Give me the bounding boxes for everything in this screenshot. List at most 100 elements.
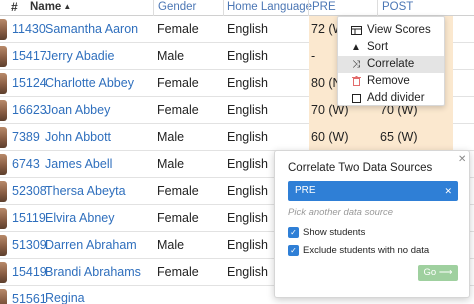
exclude-no-data-checkbox[interactable]: ✓ Exclude students with no data — [288, 245, 468, 259]
show-students-checkbox[interactable]: ✓ Show students — [288, 227, 468, 241]
panel-title: Correlate Two Data Sources — [288, 162, 433, 174]
go-button[interactable]: Go ⟶ — [418, 265, 458, 281]
avatar — [0, 262, 7, 283]
avatar — [0, 127, 7, 148]
language-cell: English — [227, 103, 268, 117]
header-name-label: Name — [30, 1, 62, 13]
student-name-link[interactable]: Jerry Abadie — [45, 43, 114, 70]
selected-source-chip[interactable]: PRE ✕ — [288, 181, 458, 201]
student-name-link[interactable]: Joan Abbey — [45, 97, 110, 124]
column-divider — [377, 0, 378, 16]
menu-item-label: View Scores — [367, 24, 431, 36]
student-name-link[interactable]: Samantha Aaron — [45, 16, 138, 43]
gender-cell: Female — [157, 22, 199, 36]
checkbox-checked-icon: ✓ — [288, 227, 299, 238]
language-cell: English — [227, 184, 268, 198]
language-cell: English — [227, 157, 268, 171]
student-name-link[interactable]: Charlotte Abbey — [45, 70, 134, 97]
caret-up-icon: ▲ — [63, 2, 72, 11]
menu-item-remove[interactable]: Remove — [338, 73, 444, 90]
student-id-link[interactable]: 11430 — [12, 16, 46, 43]
table-header: # Name ▲ Gender Home Language PRE POST — [0, 0, 474, 16]
avatar — [0, 181, 7, 202]
student-name-link[interactable]: John Abbott — [45, 124, 111, 151]
language-cell: English — [227, 130, 268, 144]
header-name[interactable]: Name ▲ — [30, 0, 71, 16]
close-icon[interactable]: ✕ — [458, 154, 466, 165]
student-id-link[interactable]: 15417 — [12, 43, 47, 70]
student-id-link[interactable]: 15119 — [12, 205, 46, 232]
arrow-right-icon: ⟶ — [438, 267, 453, 278]
menu-item-sort[interactable]: ▲ Sort — [338, 39, 444, 56]
language-cell: English — [227, 22, 268, 36]
trash-icon — [350, 73, 362, 90]
menu-item-label: Sort — [367, 41, 389, 53]
student-name-link[interactable]: James Abell — [45, 151, 112, 178]
gender-cell: Female — [157, 76, 199, 90]
avatar — [0, 154, 7, 175]
avatar — [0, 208, 7, 229]
language-cell: English — [227, 49, 268, 63]
menu-item-correlate[interactable]: ⤨ Correlate — [338, 56, 444, 73]
student-name-link[interactable]: Darren Abraham — [45, 232, 137, 259]
shuffle-icon: ⤨ — [352, 59, 360, 70]
language-cell: English — [227, 265, 268, 279]
gender-cell: Male — [157, 49, 185, 63]
checkbox-checked-icon: ✓ — [288, 245, 299, 256]
avatar — [0, 46, 7, 67]
square-icon — [350, 90, 362, 107]
student-id-link[interactable]: 15419 — [12, 259, 47, 286]
gender-cell: Female — [157, 184, 199, 198]
post-score-cell: 65 (W) — [378, 124, 453, 151]
avatar — [0, 100, 7, 121]
student-id-link[interactable]: 51309 — [12, 232, 47, 259]
header-hash: # — [11, 0, 18, 14]
language-cell: English — [227, 238, 268, 252]
column-context-menu: View Scores ▲ Sort ⤨ Correlate Remove Ad… — [337, 16, 445, 106]
gender-cell: Female — [157, 211, 199, 225]
student-name-link[interactable]: Brandi Abrahams — [45, 259, 141, 286]
correlate-panel: Correlate Two Data Sources ✕ PRE ✕ Pick … — [274, 150, 470, 298]
avatar — [0, 289, 7, 304]
data-source-picker[interactable]: Pick another data source — [288, 207, 393, 218]
pre-score-cell: 60 (W) — [309, 124, 378, 151]
columns-icon — [350, 22, 362, 39]
student-id-link[interactable]: 16623 — [12, 97, 47, 124]
exclude-no-data-label: Exclude students with no data — [303, 245, 430, 256]
avatar — [0, 235, 7, 256]
table-row[interactable]: 7389 John Abbott Male English 60 (W) 65 (W) — [0, 124, 474, 151]
student-id-link[interactable]: 15124 — [12, 70, 47, 97]
header-language[interactable]: Home Language — [227, 0, 312, 16]
menu-item-view-scores[interactable]: View Scores — [338, 22, 444, 39]
gender-cell: Male — [157, 157, 185, 171]
menu-item-label: Add divider — [367, 92, 425, 104]
column-divider — [308, 0, 309, 16]
header-gender[interactable]: Gender — [158, 0, 196, 16]
student-id-link[interactable]: 52308 — [12, 178, 47, 205]
avatar — [0, 73, 7, 94]
sort-up-icon: ▲ — [351, 42, 361, 53]
column-divider — [223, 0, 224, 16]
menu-item-label: Remove — [367, 75, 410, 87]
student-id-link[interactable]: 6743 — [12, 151, 40, 178]
column-divider — [153, 0, 154, 16]
student-id-link[interactable]: 7389 — [12, 124, 40, 151]
language-cell: English — [227, 211, 268, 225]
go-label: Go — [423, 267, 437, 278]
gender-cell: Male — [157, 130, 185, 144]
menu-item-label: Correlate — [367, 58, 415, 70]
student-name-link[interactable]: Elvira Abney — [45, 205, 114, 232]
language-cell: English — [227, 76, 268, 90]
avatar — [0, 19, 7, 40]
student-name-link[interactable]: Thersa Abeyta — [45, 178, 126, 205]
student-id-link[interactable]: 51561 — [12, 286, 47, 304]
header-pre[interactable]: PRE — [312, 0, 336, 16]
menu-item-add-divider[interactable]: Add divider — [338, 90, 444, 107]
selected-source-label: PRE — [295, 185, 316, 196]
gender-cell: Female — [157, 103, 199, 117]
gender-cell: Male — [157, 238, 185, 252]
remove-source-icon[interactable]: ✕ — [444, 181, 452, 201]
student-name-link[interactable]: Regina — [45, 286, 85, 304]
show-students-label: Show students — [303, 227, 366, 238]
header-post[interactable]: POST — [382, 0, 413, 16]
